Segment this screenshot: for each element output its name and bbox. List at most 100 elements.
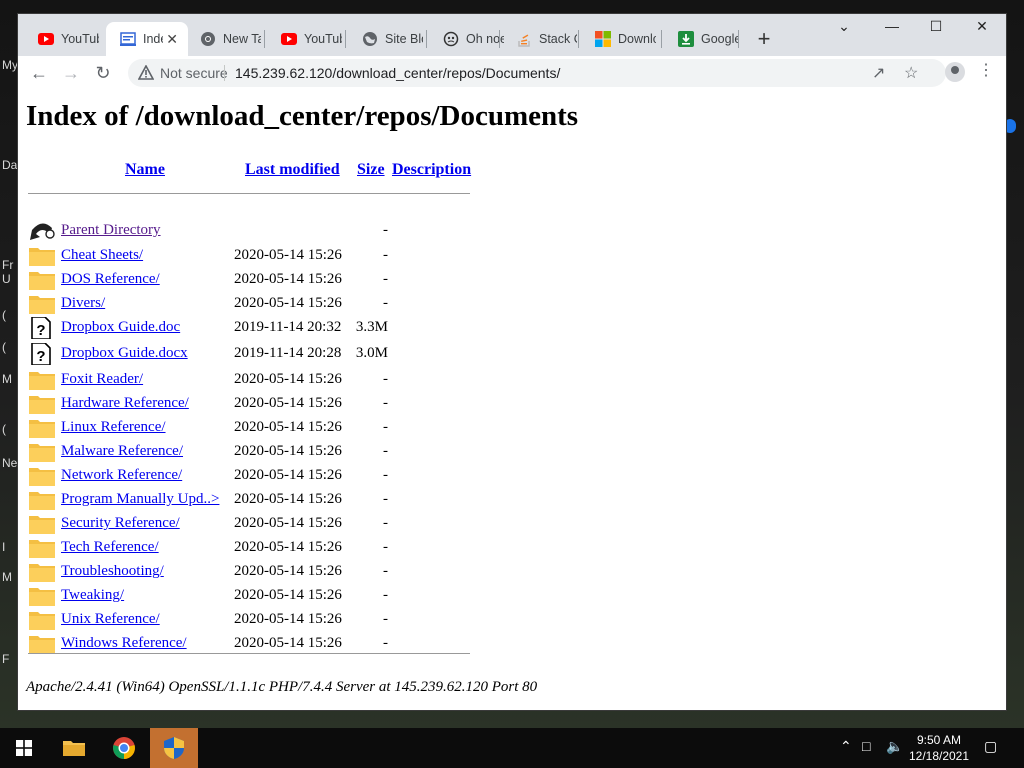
entry-link[interactable]: Foxit Reader/	[61, 371, 143, 388]
desktop-icon-label[interactable]: U	[2, 272, 11, 286]
chrome-taskbar-button[interactable]	[100, 728, 148, 768]
entry-link[interactable]: Malware Reference/	[61, 443, 183, 460]
tab-0[interactable]: YouTub	[24, 22, 100, 56]
entry-link[interactable]: Dropbox Guide.docx	[61, 345, 188, 362]
entry-link[interactable]: Windows Reference/	[61, 635, 187, 652]
tab-5[interactable]: Oh noe	[429, 22, 505, 56]
youtube-icon	[38, 31, 54, 47]
entry-link[interactable]: Divers/	[61, 295, 105, 312]
tab-1[interactable]: Index✕	[106, 22, 188, 56]
entry-link[interactable]: Linux Reference/	[61, 419, 166, 436]
column-header-name[interactable]: Name	[125, 161, 165, 179]
taskbar: ⌃ □ 🔈 9:50 AM 12/18/2021 ▢	[0, 728, 1024, 768]
desktop-icon-label[interactable]: Fr	[2, 258, 13, 272]
new-tab-button[interactable]: +	[751, 26, 777, 52]
entry-size: -	[383, 371, 388, 387]
minimize-button[interactable]: —	[872, 18, 912, 40]
clock-date[interactable]: 12/18/2021	[906, 749, 972, 763]
folder-icon	[28, 609, 56, 631]
file-explorer-button[interactable]	[50, 728, 98, 768]
entry-size: -	[383, 539, 388, 555]
svg-text:?: ?	[36, 322, 45, 339]
footer-divider	[28, 653, 470, 654]
show-hidden-icons-chevron-icon[interactable]: ⌃	[840, 738, 852, 755]
column-header-size[interactable]: Size	[357, 161, 385, 179]
tab-7[interactable]: Downlo	[581, 22, 657, 56]
entry-size: -	[383, 295, 388, 311]
tab-title: Google	[701, 32, 739, 46]
security-app-button[interactable]	[150, 728, 198, 768]
listing-row: Cheat Sheets/2020-05-14 15:26 -	[28, 245, 470, 269]
security-status-label[interactable]: Not secure	[160, 65, 228, 81]
url-text[interactable]: 145.239.62.120/download_center/repos/Doc…	[235, 65, 560, 81]
listing-row: Tech Reference/2020-05-14 15:26 -	[28, 537, 470, 561]
volume-muted-icon[interactable]: 🔈	[886, 738, 903, 755]
folder-icon	[28, 269, 56, 291]
folder-icon	[28, 513, 56, 535]
listing-row: Malware Reference/2020-05-14 15:26 -	[28, 441, 470, 465]
folder-icon	[28, 417, 56, 439]
browser-window: YouTubIndex✕New TaYouTubSite BloOh noeSt…	[18, 14, 1006, 710]
globe-icon	[362, 31, 378, 47]
bookmark-star-icon[interactable]: ☆	[904, 63, 918, 83]
entry-size: -	[383, 515, 388, 531]
entry-size: -	[383, 563, 388, 579]
reload-button[interactable]: ↻	[91, 62, 115, 84]
close-window-button[interactable]: ✕	[962, 18, 1002, 40]
close-tab-icon[interactable]: ✕	[166, 31, 178, 48]
desktop-icon-label[interactable]: (	[2, 422, 6, 436]
tab-6[interactable]: Stack O	[502, 22, 578, 56]
desktop-icon-label[interactable]: (	[2, 308, 6, 322]
tab-3[interactable]: YouTub	[267, 22, 343, 56]
entry-link[interactable]: Hardware Reference/	[61, 395, 189, 412]
entry-size: 3.0M	[355, 345, 388, 361]
desktop-icon-label[interactable]: Da	[2, 158, 17, 172]
entry-link[interactable]: Cheat Sheets/	[61, 247, 143, 264]
desktop-icon-label[interactable]: M	[2, 372, 12, 386]
entry-link[interactable]: DOS Reference/	[61, 271, 160, 288]
entry-link[interactable]: Security Reference/	[61, 515, 180, 532]
desktop-icon-label[interactable]: (	[2, 340, 6, 354]
start-button[interactable]	[0, 728, 48, 768]
clock-time[interactable]: 9:50 AM	[910, 733, 968, 747]
desktop-icon-label[interactable]: M	[2, 570, 12, 584]
listing-row: Parent Directory -	[28, 220, 470, 244]
tab-search-icon[interactable]: ⌄	[824, 18, 864, 40]
profile-avatar[interactable]	[945, 62, 965, 82]
entry-last-modified: 2020-05-14 15:26	[234, 295, 342, 311]
page-title: Index of /download_center/repos/Document…	[26, 100, 579, 132]
entry-link[interactable]: Parent Directory	[61, 222, 161, 239]
listing-row: Foxit Reader/2020-05-14 15:26 -	[28, 369, 470, 393]
entry-link[interactable]: Tech Reference/	[61, 539, 159, 556]
column-header-description[interactable]: Description	[392, 161, 471, 179]
column-header-last-modified[interactable]: Last modified	[245, 161, 340, 179]
desktop-icon-label[interactable]: F	[2, 652, 9, 666]
forward-button[interactable]: →	[59, 62, 83, 84]
maximize-button[interactable]: ☐	[916, 18, 956, 40]
folder-icon	[28, 293, 56, 315]
entry-size: -	[383, 467, 388, 483]
listing-row: Troubleshooting/2020-05-14 15:26 -	[28, 561, 470, 585]
tab-2[interactable]: New Ta	[186, 22, 262, 56]
entry-link[interactable]: Dropbox Guide.doc	[61, 319, 180, 336]
tab-title: Downlo	[618, 32, 656, 46]
entry-last-modified: 2020-05-14 15:26	[234, 515, 342, 531]
desktop-icon-label[interactable]: I	[2, 540, 5, 554]
entry-link[interactable]: Network Reference/	[61, 467, 182, 484]
warning-icon[interactable]	[138, 65, 154, 80]
address-bar[interactable]: Not secure 145.239.62.120/download_cente…	[128, 59, 946, 87]
desktop-icon-label[interactable]: My	[2, 58, 18, 72]
network-icon[interactable]: □	[862, 738, 870, 754]
entry-link[interactable]: Troubleshooting/	[61, 563, 164, 580]
entry-link[interactable]: Unix Reference/	[61, 611, 160, 628]
browser-menu-icon[interactable]: ⋮	[978, 60, 994, 80]
share-icon[interactable]: ↗	[872, 63, 885, 83]
back-button[interactable]: ←	[27, 62, 51, 84]
entry-link[interactable]: Tweaking/	[61, 587, 124, 604]
entry-last-modified: 2020-05-14 15:26	[234, 563, 342, 579]
tab-8[interactable]: Google	[664, 22, 740, 56]
entry-link[interactable]: Program Manually Upd..>	[61, 491, 219, 508]
notifications-icon[interactable]: ▢	[984, 738, 997, 755]
tab-4[interactable]: Site Blo	[348, 22, 424, 56]
desktop-icon-label[interactable]: Ne	[2, 456, 17, 470]
